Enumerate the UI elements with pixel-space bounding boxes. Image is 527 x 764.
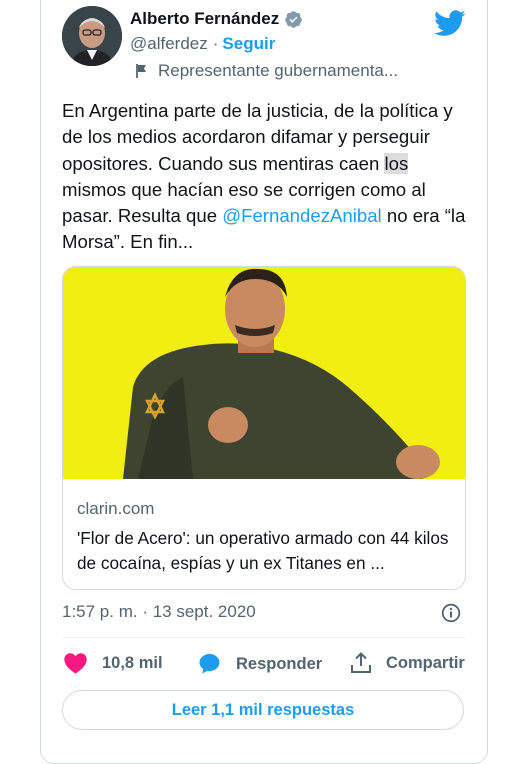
like-count: 10,8 mil [102,653,163,672]
like-button[interactable]: 10,8 mil [63,652,163,674]
author-handle[interactable]: @alferdez [130,34,208,54]
separator-dot: · [212,34,219,53]
info-icon[interactable] [441,603,461,623]
flag-icon [136,64,146,78]
verified-icon [285,10,303,28]
avatar[interactable] [62,6,122,66]
follow-button[interactable]: Seguir [222,34,275,54]
handle-row: @alferdez · Seguir [130,34,275,54]
reply-bubble-icon [199,654,220,674]
share-button[interactable]: Compartir [350,652,465,674]
divider [62,637,466,638]
heart-icon [64,653,87,674]
tweet-timestamp[interactable]: 1:57 p. m. · 13 sept. 2020 [62,602,256,622]
share-icon [351,652,371,673]
share-label: Compartir [386,653,465,672]
link-title: 'Flor de Acero': un operativo armado con… [77,528,449,573]
tweet-text: En Argentina parte de la justicia, de la… [62,98,472,256]
mention-link[interactable]: @FernandezAnibal [222,205,381,226]
reply-button[interactable]: Responder [197,652,322,676]
reply-label: Responder [236,654,323,673]
twitter-bird-icon[interactable] [434,10,466,37]
link-preview-image[interactable] [63,267,465,479]
read-replies-button[interactable]: Leer 1,1 mil respuestas [62,690,464,730]
government-label-text: Representante gubernamenta... [158,61,399,80]
link-domain: clarin.com [77,499,155,518]
link-preview-card[interactable]: clarin.com 'Flor de Acero': un operativo… [62,266,466,590]
highlighted-word: los [384,152,409,174]
author-name[interactable]: Alberto Fernández [130,9,279,29]
government-label[interactable]: Representante gubernamenta... [135,61,398,81]
author-name-row[interactable]: Alberto Fernández [130,8,303,30]
